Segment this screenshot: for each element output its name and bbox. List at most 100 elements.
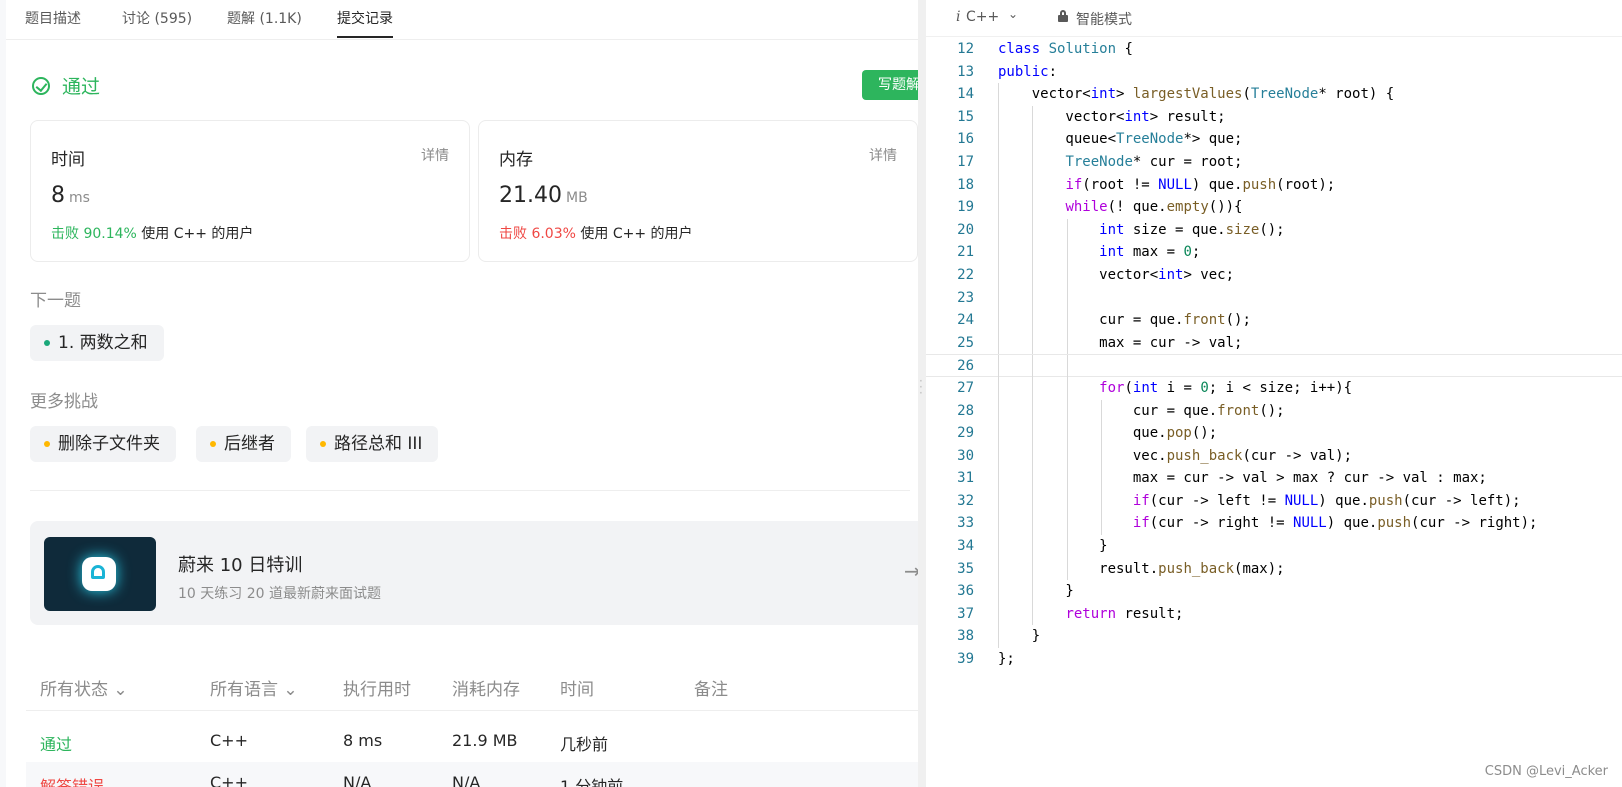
code-line[interactable]: 34 } <box>926 535 1622 558</box>
filter-language[interactable]: 所有语言 ⌄ <box>210 675 298 700</box>
arrow-right-icon[interactable]: → <box>904 559 918 583</box>
code-text: if(cur -> right != NULL) que.push(cur ->… <box>1132 515 1538 532</box>
promo-banner[interactable]: 蔚来 10 日特训 10 天练习 20 道最新蔚来面试题 → <box>30 521 918 625</box>
code-text: }; <box>998 651 1015 668</box>
memory-detail-link[interactable]: 详情 <box>869 145 897 165</box>
code-text: max = cur -> val; <box>998 334 1243 351</box>
code-line[interactable]: 15 vector<int> result; <box>926 105 1622 129</box>
code-line[interactable]: 19 while(! que.empty()){ <box>926 196 1622 219</box>
tab-discussion[interactable]: 讨论 (595) <box>122 8 192 38</box>
code-line[interactable]: 16 queue<TreeNode*> que; <box>926 128 1622 151</box>
line-number: 14 <box>957 86 974 103</box>
line-number: 37 <box>957 605 974 622</box>
info-icon: i <box>956 9 961 25</box>
line-number: 21 <box>957 244 974 261</box>
code-area[interactable]: 12 class Solution {13 public: 14 vector<int… <box>926 38 1622 671</box>
runtime-number: 8 <box>51 183 65 208</box>
smart-mode-toggle[interactable]: 智能模式 <box>1076 9 1132 29</box>
code-line[interactable]: 14 vector<int> largestValues(TreeNode* r… <box>926 83 1622 106</box>
code-line[interactable]: 12 class Solution { <box>926 38 1622 61</box>
code-line[interactable]: 32 if(cur -> left != NULL) que.push(cur … <box>926 489 1622 513</box>
code-line[interactable]: 24 cur = que.front(); <box>926 309 1622 332</box>
runtime-beat: 击败 90.14% 使用 C++ 的用户 <box>51 223 253 243</box>
watermark: CSDN @Levi_Acker <box>1484 764 1608 779</box>
code-line[interactable]: 30 vec.push_back(cur -> val); <box>926 444 1622 468</box>
challenge-chip-2[interactable]: 后继者 <box>196 426 291 462</box>
section-divider <box>30 490 910 491</box>
challenge-title-1: 删除子文件夹 <box>58 434 160 454</box>
col-memory: 消耗内存 <box>452 680 520 700</box>
chevron-down-icon: ⌄ <box>113 680 128 700</box>
code-line[interactable]: 18 if(root != NULL) que.push(root); <box>926 173 1622 197</box>
line-number: 13 <box>957 63 974 80</box>
line-number: 35 <box>957 560 974 577</box>
row2-status[interactable]: 解答错误 <box>40 773 104 787</box>
write-solution-button[interactable]: 写题解 <box>862 70 918 100</box>
code-line[interactable]: 39}; <box>926 648 1622 671</box>
challenge-chip-1[interactable]: 删除子文件夹 <box>30 426 176 462</box>
code-text: while(! que.empty()){ <box>1065 199 1243 216</box>
challenge-chip-3[interactable]: 路径总和 III <box>306 426 439 462</box>
indent-guide <box>1032 286 1034 310</box>
code-text: } <box>998 628 1041 645</box>
code-line[interactable]: 28 cur = que.front(); <box>926 399 1622 423</box>
tab-description[interactable]: 题目描述 <box>25 8 81 38</box>
row-time: 几秒前 <box>560 735 609 754</box>
code-text: } <box>998 583 1074 600</box>
code-line[interactable]: 13 public: <box>926 61 1622 84</box>
code-line[interactable]: 21 int max = 0; <box>926 241 1622 264</box>
runtime-detail-link[interactable]: 详情 <box>421 145 449 165</box>
col-time: 时间 <box>560 680 594 700</box>
chevron-down-icon[interactable]: ⌄ <box>1008 7 1018 21</box>
row-runtime: 8 ms <box>343 731 383 750</box>
line-number: 39 <box>957 651 974 668</box>
runtime-beat-suffix: 使用 C++ 的用户 <box>141 226 254 242</box>
code-text: que.pop(); <box>998 425 1218 442</box>
code-text: for(int i = 0; i < size; i++){ <box>1099 379 1353 396</box>
code-text: int max = 0; <box>1099 244 1201 261</box>
line-number: 27 <box>957 379 974 396</box>
code-line[interactable]: 37 return result; <box>926 602 1622 626</box>
line-number: 22 <box>957 266 974 283</box>
table-header-divider <box>26 710 918 711</box>
line-number: 12 <box>957 41 974 57</box>
code-line[interactable]: 33 if(cur -> right != NULL) que.push(cur… <box>926 512 1622 536</box>
row-status[interactable]: 通过 <box>40 731 72 755</box>
memory-card: 内存 详情 21.40 MB 击败 6.03% 使用 C++ 的用户 <box>478 120 918 262</box>
code-line[interactable]: 31 max = cur -> val > max ? cur -> val :… <box>926 467 1622 490</box>
tab-solutions[interactable]: 题解 (1.1K) <box>227 8 302 38</box>
code-text: if(root != NULL) que.push(root); <box>1065 176 1336 193</box>
code-line[interactable]: 22 vector<int> vec; <box>926 263 1622 287</box>
line-number: 15 <box>957 108 974 125</box>
code-text: vector<int> result; <box>998 108 1226 125</box>
code-line[interactable]: 35 result.push_back(max); <box>926 557 1622 581</box>
next-problem-chip[interactable]: 1. 两数之和 <box>30 325 164 361</box>
runtime-beat-percent: 击败 90.14% <box>51 226 137 242</box>
language-selector[interactable]: C++ <box>966 9 999 25</box>
filter-status[interactable]: 所有状态 ⌄ <box>40 675 128 700</box>
code-line[interactable]: 29 que.pop(); <box>926 422 1622 445</box>
nio-logo <box>44 537 156 611</box>
line-number: 29 <box>957 425 974 442</box>
code-line[interactable]: 25 max = cur -> val; <box>926 331 1622 355</box>
memory-beat: 击败 6.03% 使用 C++ 的用户 <box>499 223 693 243</box>
runtime-card: 时间 详情 8 ms 击败 90.14% 使用 C++ 的用户 <box>30 120 470 262</box>
code-line[interactable]: 27 for(int i = 0; i < size; i++){ <box>926 376 1622 400</box>
code-line[interactable]: 36 } <box>926 580 1622 603</box>
code-line[interactable]: 20 int size = que.size(); <box>926 218 1622 242</box>
row2-time: 1 分钟前 <box>560 777 624 787</box>
memory-beat-suffix: 使用 C++ 的用户 <box>580 226 693 242</box>
row2-language: C++ <box>210 773 248 787</box>
lock-icon <box>1058 10 1068 22</box>
editor-toolbar: i C++ ⌄ 智能模式 <box>926 0 1622 37</box>
code-line[interactable]: 23 <box>926 286 1622 310</box>
runtime-value: 8 ms <box>51 183 90 208</box>
code-line[interactable]: 26 <box>926 354 1622 378</box>
tab-submissions[interactable]: 提交记录 <box>337 8 393 38</box>
difficulty-dot <box>320 441 326 447</box>
code-text: TreeNode* cur = root; <box>1065 153 1243 170</box>
code-line[interactable]: 17 TreeNode* cur = root; <box>926 150 1622 174</box>
difficulty-dot <box>44 340 50 346</box>
code-line[interactable]: 38 } <box>926 625 1622 649</box>
code-text: return result; <box>1065 605 1184 622</box>
